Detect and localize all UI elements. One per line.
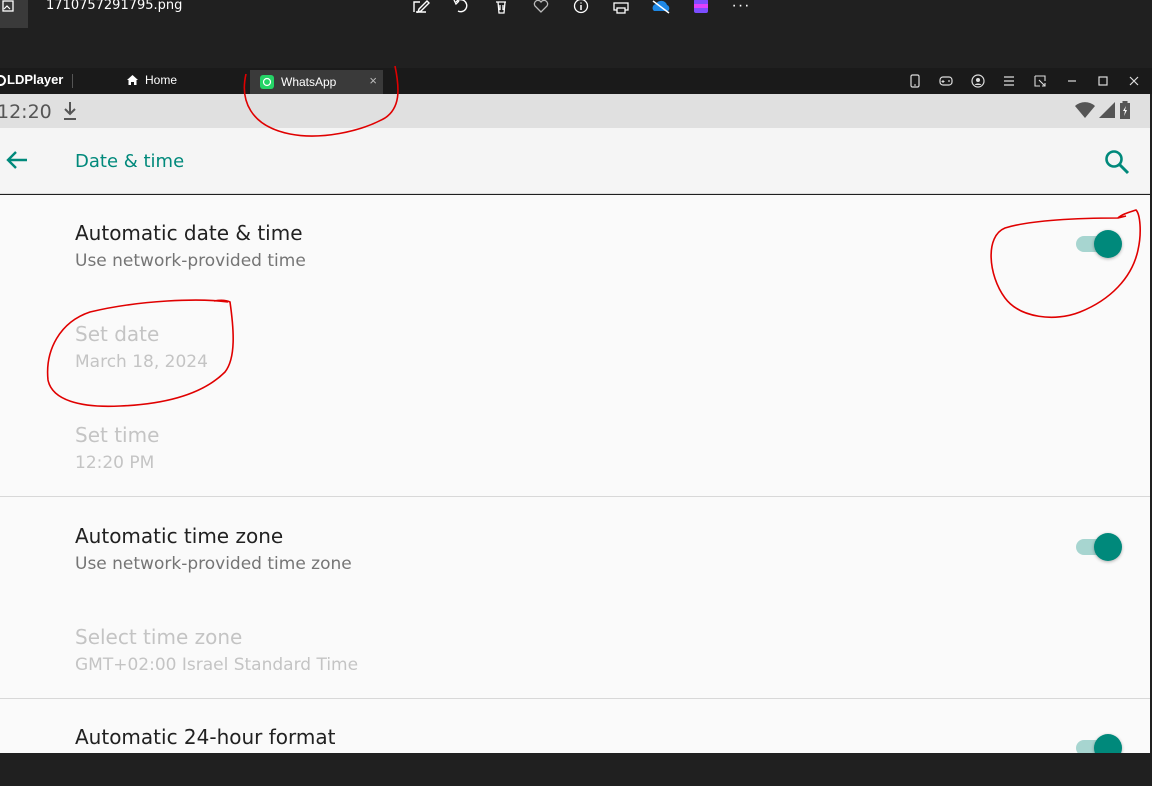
setting-title: Set date xyxy=(75,322,160,346)
automatic-time-zone-toggle[interactable] xyxy=(1076,532,1124,561)
emulator-app-name: LDPlayer xyxy=(7,72,64,87)
info-icon[interactable] xyxy=(570,0,592,16)
setting-set-date: Set date March 18, 2024 xyxy=(75,322,208,372)
setting-automatic-time-zone[interactable]: Automatic time zone Use network-provided… xyxy=(75,524,352,574)
close-icon[interactable] xyxy=(1125,72,1143,90)
file-icon xyxy=(0,0,28,28)
setting-automatic-24-hour-format[interactable]: Automatic 24-hour format xyxy=(75,725,336,749)
rotate-icon[interactable] xyxy=(450,0,472,16)
maximize-icon[interactable] xyxy=(1094,72,1112,90)
print-icon[interactable] xyxy=(610,0,632,16)
page-title: Date & time xyxy=(75,151,185,172)
viewer-filename: 1710757291795.png xyxy=(46,0,183,13)
system-icons xyxy=(1074,100,1132,120)
toggle-thumb xyxy=(1094,533,1122,561)
android-status-bar: 12:20 xyxy=(0,94,1152,128)
emulator-titlebar: LDPlayer Home WhatsApp × xyxy=(0,68,1152,94)
close-tab-icon[interactable]: × xyxy=(369,73,377,88)
titlebar-divider xyxy=(72,74,73,88)
screenshot-root: 1710757291795.png ··· LDPlayer Home What… xyxy=(0,0,1152,786)
photo-viewer-toolbar: 1710757291795.png ··· xyxy=(0,0,1152,68)
clipchamp-icon[interactable] xyxy=(690,0,712,16)
setting-title: Automatic date & time xyxy=(75,221,303,245)
tab-home-label: Home xyxy=(145,73,178,87)
bottom-frame xyxy=(0,753,1152,786)
automatic-24-hour-toggle[interactable] xyxy=(1076,733,1124,753)
setting-summary: 12:20 PM xyxy=(75,453,155,473)
section-divider xyxy=(0,496,1150,497)
minimize-icon[interactable] xyxy=(1063,72,1081,90)
section-divider xyxy=(0,698,1150,699)
setting-summary: March 18, 2024 xyxy=(75,352,208,372)
tab-whatsapp-label: WhatsApp xyxy=(281,75,337,89)
battery-icon xyxy=(1120,101,1130,119)
setting-summary: GMT+02:00 Israel Standard Time xyxy=(75,655,359,675)
phone-icon[interactable] xyxy=(906,72,924,90)
signal-icon xyxy=(1099,102,1115,118)
onedrive-icon[interactable] xyxy=(650,0,672,16)
account-icon[interactable] xyxy=(969,72,987,90)
setting-summary: Use network-provided time xyxy=(75,251,306,271)
automatic-date-time-toggle[interactable] xyxy=(1076,229,1124,258)
setting-title: Select time zone xyxy=(75,625,243,649)
gamepad-icon[interactable] xyxy=(937,72,955,90)
tab-home[interactable]: Home xyxy=(126,73,177,87)
setting-title: Automatic 24-hour format xyxy=(75,725,336,749)
delete-icon[interactable] xyxy=(490,0,512,16)
setting-title: Automatic time zone xyxy=(75,524,284,548)
tab-whatsapp[interactable]: WhatsApp × xyxy=(250,70,383,94)
ldplayer-logo-icon xyxy=(0,75,6,86)
app-toolbar: Date & time xyxy=(0,128,1150,194)
settings-list: Automatic date & time Use network-provid… xyxy=(0,195,1150,753)
menu-icon[interactable] xyxy=(1000,72,1018,90)
setting-select-time-zone: Select time zone GMT+02:00 Israel Standa… xyxy=(75,625,358,675)
home-icon xyxy=(127,75,138,85)
favorite-icon[interactable] xyxy=(530,0,552,16)
download-icon xyxy=(60,100,80,127)
more-icon[interactable]: ··· xyxy=(730,0,752,16)
edit-icon[interactable] xyxy=(410,0,432,16)
whatsapp-icon xyxy=(260,75,274,89)
search-icon[interactable] xyxy=(1103,148,1131,181)
status-clock: 12:20 xyxy=(0,101,52,123)
toggle-thumb xyxy=(1094,230,1122,258)
setting-automatic-date-time[interactable]: Automatic date & time Use network-provid… xyxy=(75,221,306,271)
back-arrow-icon[interactable] xyxy=(4,147,30,178)
setting-summary: Use network-provided time zone xyxy=(75,554,352,574)
toggle-thumb xyxy=(1094,734,1122,753)
wifi-icon xyxy=(1075,102,1095,118)
setting-set-time: Set time 12:20 PM xyxy=(75,423,159,473)
setting-title: Set time xyxy=(75,423,160,447)
resize-icon[interactable] xyxy=(1031,72,1049,90)
